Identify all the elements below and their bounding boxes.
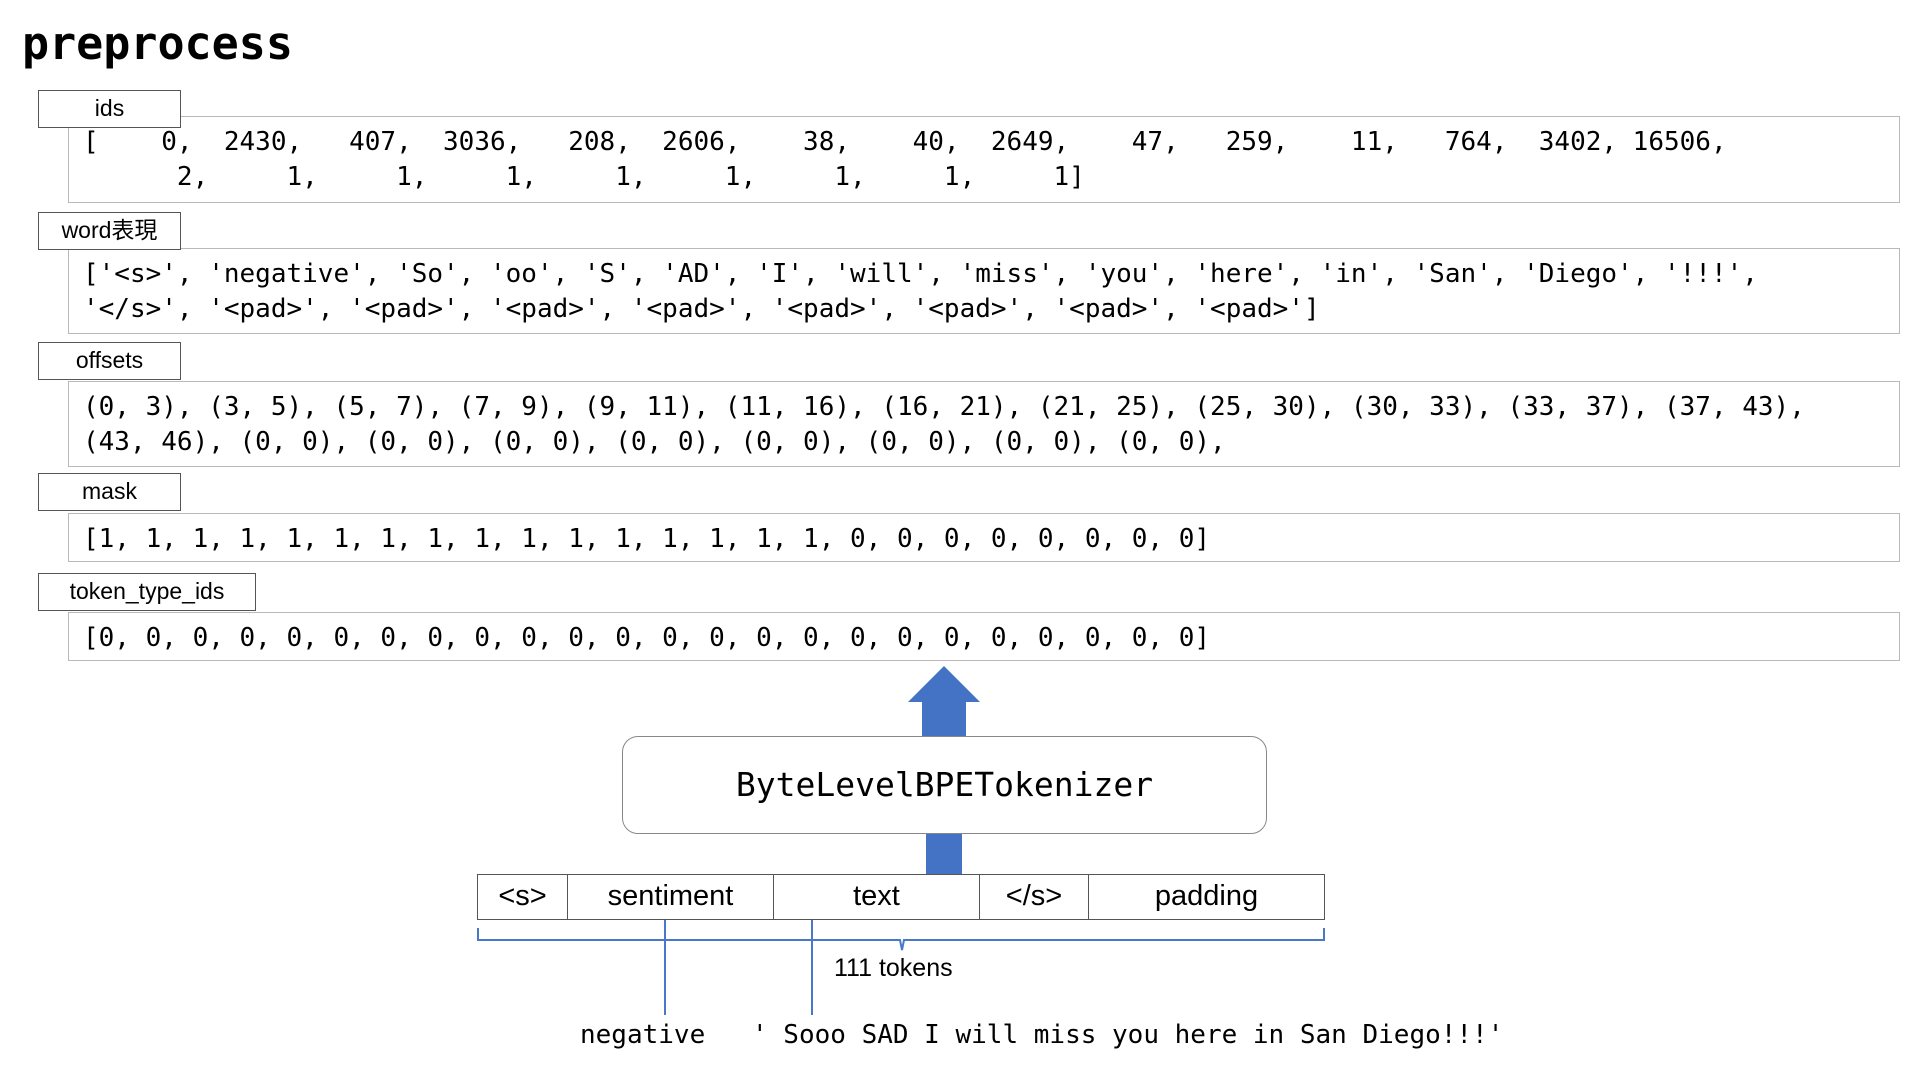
up-arrow-icon [908, 666, 980, 736]
input-text: ' Sooo SAD I will miss you here in San D… [752, 1020, 1504, 1050]
segment-sentiment: sentiment [568, 875, 774, 919]
token-brace [477, 928, 1325, 951]
segment-text: text [774, 875, 980, 919]
tokenizer-box: ByteLevelBPETokenizer [622, 736, 1267, 834]
segment-padding: padding [1154, 880, 1259, 912]
token-count-label: 111 tokens [834, 954, 953, 982]
segment-eos: </s> [980, 875, 1089, 919]
preprocess-diagram: preprocess [ 0, 2430, 407, 3036, 208, 26… [0, 0, 1920, 1070]
connector-bar [926, 834, 962, 874]
input-segments: <s> sentiment text </s> padding [477, 874, 1325, 920]
segment-bos: <s> [478, 875, 568, 919]
input-sentiment: negative [580, 1020, 706, 1050]
